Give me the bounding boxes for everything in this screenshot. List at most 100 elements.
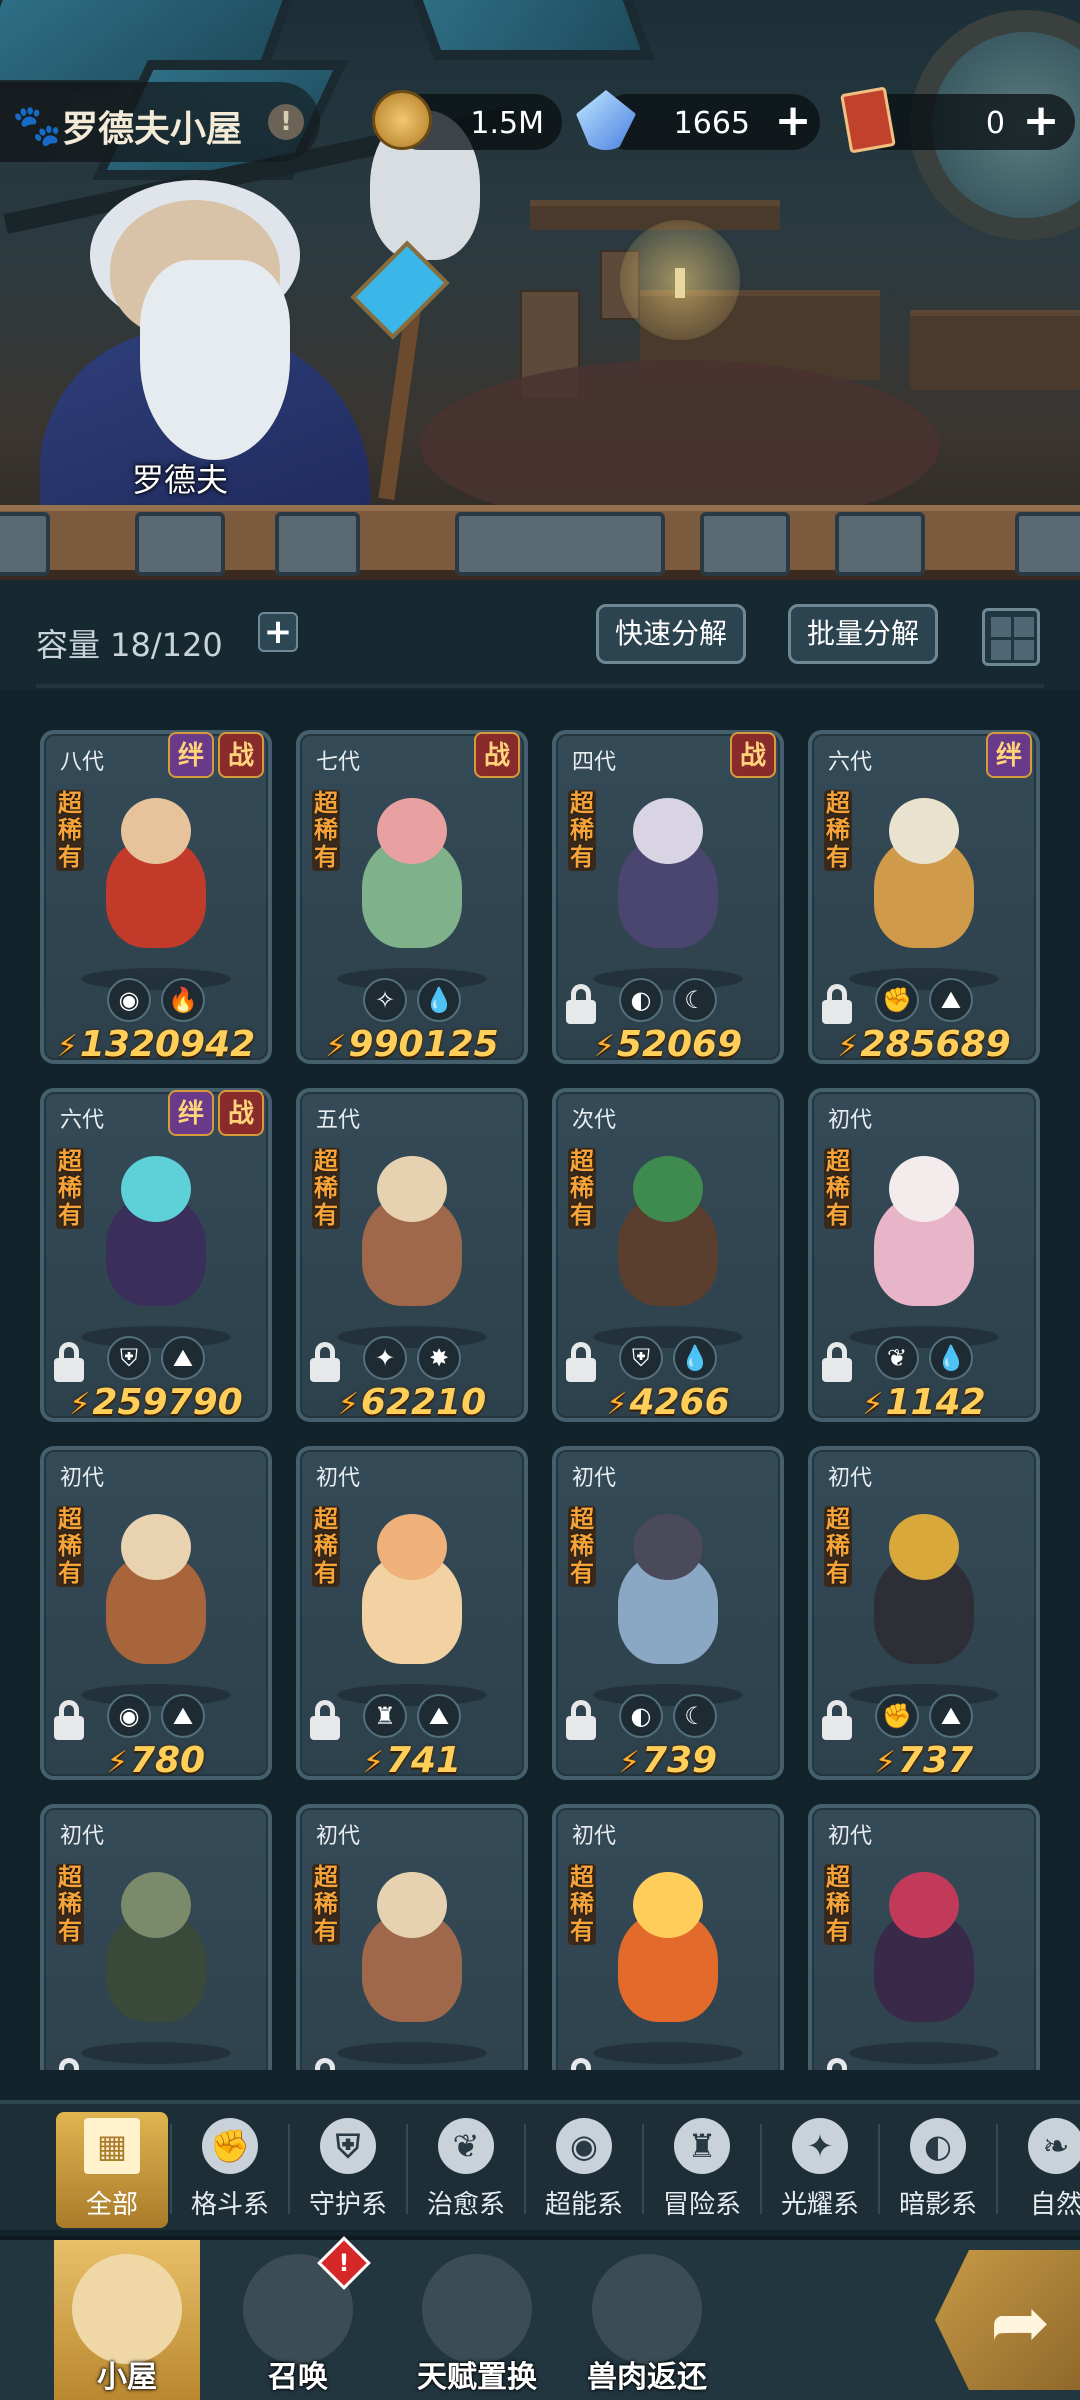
lock-icon[interactable] (52, 1700, 86, 1740)
lock-icon[interactable] (820, 1342, 854, 1382)
house-title: 罗德夫小屋 (62, 109, 243, 150)
category-tab[interactable]: ✊ 格斗系 (174, 2112, 286, 2228)
pet-card[interactable]: 五代 超稀有 ✦ ✸ ⚡62210 (296, 1088, 528, 1423)
pet-card[interactable]: 七代 超稀有战 ✧ 💧 ⚡990125 (296, 730, 528, 1065)
add-crystal-button[interactable]: + (768, 94, 818, 150)
power-value: ⚡737 (812, 1740, 1036, 1781)
category-tab[interactable]: ♜ 冒险系 (646, 2112, 758, 2228)
pet-card[interactable]: 初代 超稀有 (40, 1804, 272, 2070)
sun-element-icon: ✸ (417, 1336, 461, 1380)
creature-portrait (86, 1862, 226, 2032)
pet-card[interactable]: 初代 超稀有 ❦ 💧 ⚡1142 (808, 1088, 1040, 1423)
rarity-label: 超稀有 (56, 1505, 84, 1587)
app-root: 罗德夫 🐾 罗德夫小屋 ! 1.5M 1665 + 0 + 容量 18/120 … (0, 0, 1080, 2400)
pet-card[interactable]: 六代 超稀有绊战 ⛨ ⛰ ⚡259790 (40, 1088, 272, 1423)
rail-block (1015, 512, 1080, 576)
pet-card[interactable]: 初代 超稀有 ◉ ⛰ ⚡780 (40, 1446, 272, 1781)
power-value: ⚡62210 (300, 1382, 524, 1423)
battle-badge: 战 (474, 732, 520, 778)
pet-card[interactable]: 六代 超稀有绊 ✊ ⛰ ⚡285689 (808, 730, 1040, 1065)
generation-label: 初代 (572, 1824, 617, 1849)
power-value: ⚡780 (44, 1740, 268, 1781)
badge-group: 战 (730, 732, 776, 778)
lock-icon[interactable] (820, 984, 854, 1024)
pet-card[interactable]: 初代 超稀有 (808, 1804, 1040, 2070)
pet-card[interactable]: 初代 超稀有 (296, 1804, 528, 2070)
expand-capacity-button[interactable]: + (258, 612, 298, 652)
lock-icon[interactable] (820, 2058, 854, 2070)
generation-label: 初代 (828, 1824, 873, 1849)
lock-icon[interactable] (308, 1342, 342, 1382)
info-icon[interactable]: ! (268, 104, 304, 140)
lock-icon[interactable] (564, 984, 598, 1024)
pet-card[interactable]: 初代 超稀有 ✊ ⛰ ⚡737 (808, 1446, 1040, 1781)
category-tab[interactable]: ◐ 暗影系 (882, 2112, 994, 2228)
lock-icon[interactable] (52, 2058, 86, 2070)
badge-group: 战 (474, 732, 520, 778)
tab-separator (288, 2124, 290, 2214)
nav-item[interactable]: 小屋 (54, 2240, 200, 2400)
nav-item[interactable]: 兽肉返还 (574, 2240, 720, 2400)
category-tab[interactable]: ◉ 超能系 (528, 2112, 640, 2228)
creature-portrait (342, 1146, 482, 1316)
sprout-icon: ❦ (438, 2118, 494, 2174)
radiance-icon: ✦ (792, 2118, 848, 2174)
rail-block (0, 512, 50, 576)
lock-icon[interactable] (52, 1342, 86, 1382)
generation-label: 初代 (60, 1824, 105, 1849)
nav-item[interactable]: 召唤! (225, 2236, 371, 2400)
category-tab[interactable]: ✦ 光耀系 (764, 2112, 876, 2228)
bond-badge: 绊 (986, 732, 1032, 778)
lock-icon[interactable] (820, 1700, 854, 1740)
light-element-icon: ✧ (363, 978, 407, 1022)
category-tab[interactable]: ⛨ 守护系 (292, 2112, 404, 2228)
category-label: 光耀系 (780, 2190, 859, 2220)
pet-card[interactable]: 初代 超稀有 (552, 1804, 784, 2070)
category-tabs: ▦ 全部 ✊ 格斗系 ⛨ 守护系 ❦ 治愈系 ◉ 超能系 ♜ 冒险系 ✦ 光耀系 ◐ 暗影系 ❧ (0, 2100, 1080, 2230)
power-number: 1320942 (79, 1024, 256, 1065)
power-number: 259790 (92, 1382, 243, 1423)
creature-portrait (86, 1504, 226, 1674)
ground-shadow (849, 2042, 999, 2064)
grid-view-icon[interactable] (982, 608, 1040, 666)
guard-element-icon: ⛨ (619, 1336, 663, 1380)
gold-resource: 1.5M (372, 90, 562, 150)
generation-label: 初代 (828, 1108, 873, 1133)
power-number: 285689 (860, 1024, 1011, 1065)
nav-item[interactable]: 天赋置换 (404, 2240, 550, 2400)
pet-card[interactable]: 四代 超稀有战 ◐ ☾ ⚡52069 (552, 730, 784, 1065)
category-tab[interactable]: ❦ 治愈系 (410, 2112, 522, 2228)
power-icon: ⚡ (606, 1387, 628, 1422)
power-icon: ⚡ (593, 1029, 615, 1064)
gold-coin-icon (372, 90, 432, 150)
power-icon: ⚡ (337, 1387, 359, 1422)
generation-label: 六代 (60, 1108, 105, 1133)
pet-card[interactable]: 八代 超稀有绊战 ◉ 🔥 ⚡1320942 (40, 730, 272, 1065)
element-icons: ✧ 💧 (363, 978, 461, 1022)
creature-portrait (598, 1146, 738, 1316)
element-icons: ✦ ✸ (363, 1336, 461, 1380)
lock-icon[interactable] (564, 1342, 598, 1382)
power-icon: ⚡ (618, 1745, 640, 1780)
lock-icon[interactable] (308, 2058, 342, 2070)
quick-decompose-button[interactable]: 快速分解 (596, 604, 746, 664)
pet-card[interactable]: 初代 超稀有 ♜ ⛰ ⚡741 (296, 1446, 528, 1781)
batch-decompose-button[interactable]: 批量分解 (788, 604, 938, 664)
lantern-icon: ♜ (674, 2118, 730, 2174)
rarity-label: 超稀有 (568, 789, 596, 871)
pet-card[interactable]: 次代 超稀有 ⛨ 💧 ⚡4266 (552, 1088, 784, 1423)
paw-icon: 🐾 (12, 103, 62, 149)
creature-portrait (598, 1862, 738, 2032)
add-ticket-button[interactable]: + (1016, 94, 1066, 150)
radiance-element-icon: ✦ (363, 1336, 407, 1380)
generation-label: 六代 (828, 750, 873, 775)
lock-icon[interactable] (308, 1700, 342, 1740)
lock-icon[interactable] (564, 1700, 598, 1740)
pet-card[interactable]: 初代 超稀有 ◐ ☾ ⚡739 (552, 1446, 784, 1781)
category-tab[interactable]: ❧ 自然 (1000, 2112, 1080, 2228)
rarity-label: 超稀有 (56, 789, 84, 871)
lock-icon[interactable] (564, 2058, 598, 2070)
water-element-icon: 💧 (929, 1336, 973, 1380)
power-number: 4266 (629, 1382, 730, 1423)
category-tab[interactable]: ▦ 全部 (56, 2112, 168, 2228)
